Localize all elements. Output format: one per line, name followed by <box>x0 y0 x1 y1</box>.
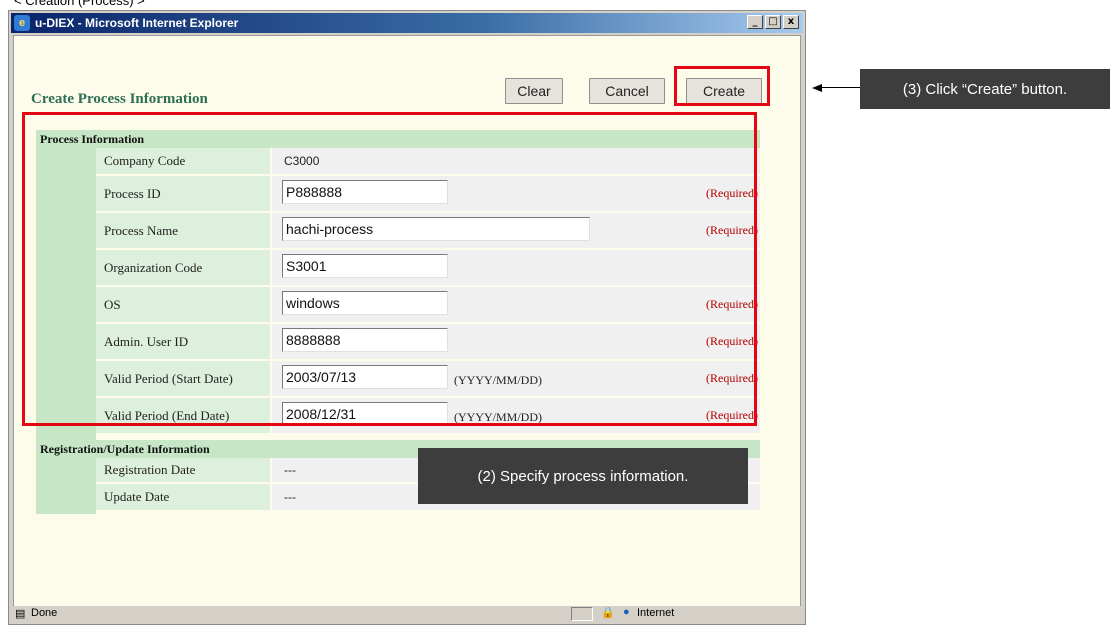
window-title: u-DIEX - Microsoft Internet Explorer <box>35 16 239 30</box>
registration-date-value: --- <box>284 463 296 477</box>
status-bar: ▤ Done 🔒 ● Internet <box>11 606 803 622</box>
figure-caption: < Creation (Process) > <box>14 0 145 8</box>
status-text: Done <box>31 607 58 619</box>
page-done-icon: ▤ <box>15 608 26 620</box>
arrow-left-icon <box>812 84 822 92</box>
update-date-label: Update Date <box>96 484 272 510</box>
update-date-value: --- <box>284 490 296 504</box>
callout-arrow-line <box>822 87 862 88</box>
process-info-highlight <box>22 112 757 426</box>
close-button[interactable]: x <box>783 15 799 29</box>
registration-section-band <box>36 458 96 514</box>
cancel-button[interactable]: Cancel <box>589 78 665 104</box>
callout-click-create: (3) Click “Create” button. <box>860 69 1110 109</box>
clear-button[interactable]: Clear <box>505 78 563 104</box>
callout-specify-info: (2) Specify process information. <box>418 448 748 504</box>
title-bar: e u-DIEX - Microsoft Internet Explorer _… <box>11 13 803 33</box>
create-button-highlight <box>674 66 770 106</box>
ie-icon: e <box>14 15 30 31</box>
maximize-button[interactable]: □ <box>765 15 781 29</box>
page-title: Create Process Information <box>31 91 208 107</box>
lock-icon: 🔒 <box>601 607 615 619</box>
status-cell <box>571 607 593 621</box>
security-zone: Internet <box>637 607 675 619</box>
registration-date-label: Registration Date <box>96 458 272 482</box>
minimize-button[interactable]: _ <box>747 15 763 29</box>
globe-icon: ● <box>623 606 630 618</box>
